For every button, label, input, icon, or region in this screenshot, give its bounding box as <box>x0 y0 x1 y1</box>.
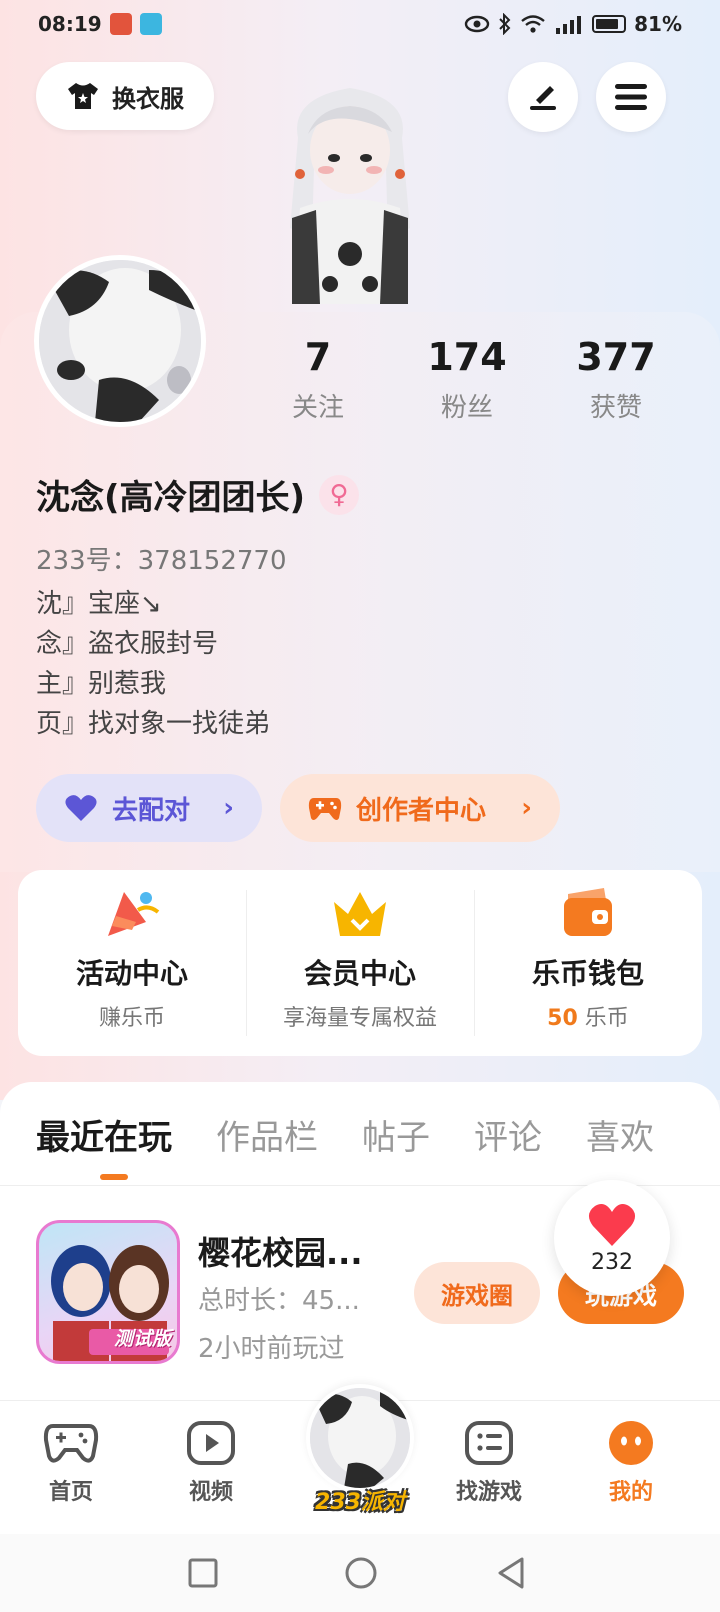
tshirt-icon <box>68 83 98 109</box>
match-button[interactable]: 去配对 › <box>36 774 262 842</box>
stat-following-count: 7 <box>304 335 332 379</box>
bio-line: 主』别惹我 <box>36 669 167 699</box>
avatar-image <box>39 260 201 422</box>
menu-icon <box>615 84 647 110</box>
activity-center-entry[interactable]: 活动中心 赚乐币 <box>18 870 246 1056</box>
nav-home[interactable]: 首页 <box>16 1420 126 1506</box>
tab-likes[interactable]: 喜欢 <box>586 1110 654 1159</box>
notification-book-icon <box>139 13 162 35</box>
game-circle-button[interactable]: 游戏圈 <box>414 1262 540 1324</box>
chevron-right-icon: › <box>521 793 532 823</box>
wallet-sub: 50 乐币 <box>547 1000 629 1032</box>
change-outfit-button[interactable]: 换衣服 <box>36 62 214 130</box>
stat-fans-label: 粉丝 <box>440 393 493 423</box>
member-center-sub: 享海量专属权益 <box>282 1006 437 1031</box>
wallet-unit: 乐币 <box>584 1006 629 1031</box>
services-panel: 活动中心 赚乐币 会员中心 享海量专属权益 乐币钱包 50 乐币 <box>18 870 702 1056</box>
avatar-character-figure[interactable] <box>270 78 430 314</box>
smiley-icon <box>609 1421 653 1465</box>
chevron-right-icon: › <box>223 793 234 823</box>
stat-fans-count: 174 <box>427 335 507 379</box>
stat-likes-label: 获赞 <box>589 393 642 423</box>
wallet-title: 乐币钱包 <box>531 957 644 990</box>
pen-icon <box>530 86 556 110</box>
eye-icon <box>464 15 490 33</box>
home-circle-icon[interactable] <box>344 1556 378 1590</box>
wallet-icon <box>564 888 612 936</box>
gamepad-icon <box>308 798 342 820</box>
creator-center-button[interactable]: 创作者中心 › <box>280 774 560 842</box>
heart-icon <box>588 1203 636 1246</box>
menu-button[interactable] <box>596 62 666 132</box>
bio-line: 沈』宝座↘ <box>36 589 162 619</box>
nav-party-label[interactable]: 233派对 <box>300 1484 420 1516</box>
wifi-icon <box>521 15 545 33</box>
battery-percent: 81% <box>634 12 682 36</box>
tab-indicator <box>100 1174 128 1180</box>
edit-profile-button[interactable] <box>508 62 578 132</box>
member-center-title: 会员中心 <box>303 957 416 990</box>
nav-find-games-label: 找游戏 <box>455 1480 522 1505</box>
system-navigation-bar <box>0 1534 720 1612</box>
back-triangle-icon[interactable] <box>496 1556 526 1590</box>
activity-center-sub: 赚乐币 <box>98 1006 165 1031</box>
tab-works[interactable]: 作品栏 <box>216 1110 318 1159</box>
member-center-entry[interactable]: 会员中心 享海量专属权益 <box>246 870 474 1056</box>
match-label: 去配对 <box>112 795 191 826</box>
profile-tabs: 最近在玩 作品栏 帖子 评论 喜欢 <box>36 1110 654 1159</box>
nav-mine[interactable]: 我的 <box>576 1420 686 1506</box>
username: 沈念(高冷团团长) <box>36 478 306 518</box>
profile-avatar[interactable] <box>34 255 206 427</box>
change-outfit-label: 换衣服 <box>112 84 184 113</box>
signal-icon <box>556 16 582 34</box>
stat-following-label: 关注 <box>291 393 344 423</box>
like-count: 232 <box>591 1249 633 1275</box>
nav-mine-label: 我的 <box>608 1480 653 1505</box>
stat-following[interactable]: 7 关注 <box>258 335 378 424</box>
battery-icon <box>592 15 627 33</box>
status-bar: 08:19 81% <box>0 0 720 48</box>
game-last-played: 2小时前玩过 <box>198 1334 345 1364</box>
party-avatar-image <box>310 1388 410 1488</box>
stat-likes[interactable]: 377 获赞 <box>556 335 676 424</box>
nav-video[interactable]: 视频 <box>156 1420 266 1506</box>
game-icon[interactable]: 测试版 <box>36 1220 180 1364</box>
wallet-entry[interactable]: 乐币钱包 50 乐币 <box>474 870 702 1056</box>
username-row: 沈念(高冷团团长) ♀ <box>36 470 360 519</box>
game-title[interactable]: 樱花校园... <box>198 1228 362 1274</box>
status-time: 08:19 <box>38 12 102 36</box>
bluetooth-icon <box>499 13 511 35</box>
user-id[interactable]: 233号：378152770 <box>36 540 287 577</box>
nav-home-label: 首页 <box>48 1480 93 1505</box>
game-test-badge: 测试版 <box>113 1328 171 1350</box>
tab-posts[interactable]: 帖子 <box>362 1110 430 1159</box>
tab-comments[interactable]: 评论 <box>474 1110 542 1159</box>
gamepad-icon <box>43 1424 99 1463</box>
female-gender-icon: ♀ <box>319 474 360 515</box>
tab-recently-played[interactable]: 最近在玩 <box>36 1110 172 1159</box>
heart-icon <box>65 795 97 821</box>
party-avatar-button[interactable] <box>306 1384 414 1492</box>
wallet-balance: 50 <box>547 1006 578 1031</box>
stat-likes-count: 377 <box>576 335 656 379</box>
party-popper-icon <box>108 892 160 936</box>
creator-center-label: 创作者中心 <box>356 795 487 826</box>
video-play-icon <box>187 1421 235 1465</box>
bio-line: 页』找对象一找徒弟 <box>36 709 271 739</box>
stat-fans[interactable]: 174 粉丝 <box>407 335 527 424</box>
recents-square-icon[interactable] <box>188 1558 218 1588</box>
list-icon <box>465 1421 513 1465</box>
notification-app-icon <box>109 13 132 35</box>
like-bubble[interactable]: 232 <box>554 1180 670 1296</box>
bio-line: 念』盗衣服封号 <box>36 629 219 659</box>
game-duration: 总时长：45... <box>198 1286 360 1316</box>
nav-video-label: 视频 <box>188 1480 233 1505</box>
bio: 沈』宝座↘ 念』盗衣服封号 主』别惹我 页』找对象一找徒弟 <box>36 584 270 744</box>
crown-icon <box>334 892 386 936</box>
nav-find-games[interactable]: 找游戏 <box>434 1420 544 1506</box>
activity-center-title: 活动中心 <box>75 957 188 990</box>
